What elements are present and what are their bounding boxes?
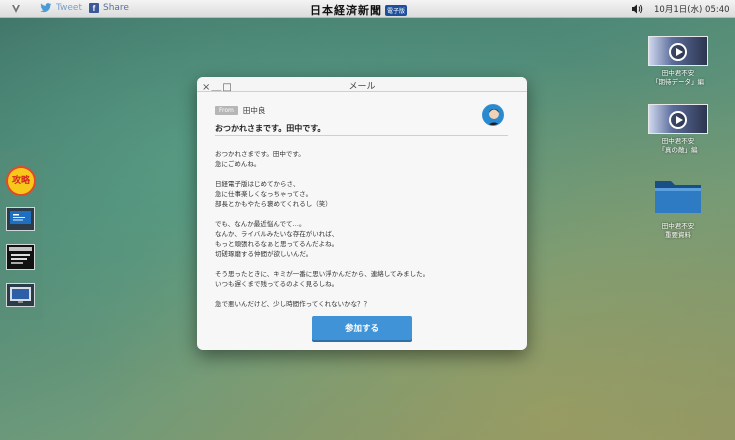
body-line: そう思ったときに、キミが一番に思い浮かんだから、連絡してみました。	[215, 270, 430, 278]
strategy-badge-label: 攻略	[11, 176, 30, 186]
body-line: 部長とかもやたら褒めてくれるし（笑）	[215, 200, 332, 208]
header-divider	[215, 135, 508, 136]
app-thumbnail-1[interactable]	[6, 207, 35, 231]
speaker-icon[interactable]	[631, 3, 643, 15]
mail-header: From 田中良 おつかれさまです。田中です。	[215, 105, 509, 134]
from-row: From 田中良	[215, 105, 509, 116]
brand-name: 日本経済新聞	[310, 4, 382, 17]
tweet-button[interactable]: Tweet	[40, 3, 82, 13]
play-icon	[669, 43, 687, 61]
play-icon	[669, 111, 687, 129]
join-button[interactable]: 参加する	[312, 316, 412, 340]
desktop-folder-label: 田中君不安 重要資料	[661, 222, 695, 239]
strategy-badge[interactable]: 攻略	[6, 166, 36, 196]
share-button[interactable]: f Share	[89, 3, 129, 13]
window-title: メール	[348, 82, 376, 92]
body-line: 切磋琢磨する仲間が欲しいんだ。	[215, 250, 313, 258]
body-line: なんか、ライバルみたいな存在がいれば、	[215, 230, 339, 238]
video-thumbnail-icon	[648, 36, 708, 66]
body-line: 日経電子版はじめてからさ、	[215, 180, 300, 188]
body-line: もっと頑張れるなぁと思ってるんだよね。	[215, 240, 339, 248]
body-line: おつかれさまです。田中です。	[215, 150, 305, 158]
desktop-folder[interactable]: 田中君不安 重要資料	[643, 175, 713, 240]
menu-bar: Tweet f Share 日本経済新聞 電子版 10月1日(水) 05:40	[0, 0, 735, 18]
app-thumbnail-3[interactable]	[6, 283, 35, 307]
desktop-video-1-label: 田中君不安 「期待データ」編	[652, 69, 704, 86]
body-line: 急に仕事楽しくなっちゃってさ。	[215, 190, 313, 198]
video-thumbnail-icon	[648, 104, 708, 134]
window-titlebar[interactable]: ×＿□ メール	[197, 77, 527, 93]
avatar	[482, 104, 504, 126]
body-line: 急にごめんね。	[215, 160, 261, 168]
facebook-icon: f	[89, 3, 99, 13]
desktop-video-2[interactable]: 田中君不安 「真の敵」編	[643, 104, 713, 155]
share-label: Share	[103, 3, 129, 13]
logo-icon[interactable]	[10, 3, 22, 15]
left-dock: 攻略	[0, 150, 43, 320]
clock: 10月1日(水) 05:40	[654, 5, 730, 15]
mail-subject: おつかれさまです。田中です。	[215, 124, 326, 133]
from-tag: From	[215, 106, 238, 115]
presentation-icon	[10, 211, 31, 224]
folder-icon	[655, 181, 701, 213]
twitter-bird-icon	[40, 3, 52, 13]
desktop-video-2-label: 田中君不安 「真の敵」編	[658, 137, 698, 154]
brand-logo: 日本経済新聞 電子版	[310, 2, 408, 18]
body-line: いつも遅くまで残ってるのよく見るしね。	[215, 280, 339, 288]
desktop-video-1[interactable]: 田中君不安 「期待データ」編	[643, 36, 713, 87]
brand-badge: 電子版	[385, 4, 408, 16]
news-screen-icon	[9, 247, 32, 264]
tweet-label: Tweet	[56, 3, 82, 13]
sender-name: 田中良	[242, 106, 266, 115]
mail-body: おつかれさまです。田中です。 急にごめんね。 日経電子版はじめてからさ、 急に仕…	[215, 149, 510, 309]
mail-window: ×＿□ メール From 田中良 おつかれさまです。田中です。 おつかれさまです…	[197, 77, 527, 350]
monitor-icon	[10, 287, 31, 303]
body-line: でも、なんか最近悩んでて…。	[215, 220, 306, 228]
body-line: 急で悪いんだけど、少し時間作ってくれないかな？？	[215, 300, 371, 308]
app-thumbnail-2[interactable]	[6, 244, 35, 270]
